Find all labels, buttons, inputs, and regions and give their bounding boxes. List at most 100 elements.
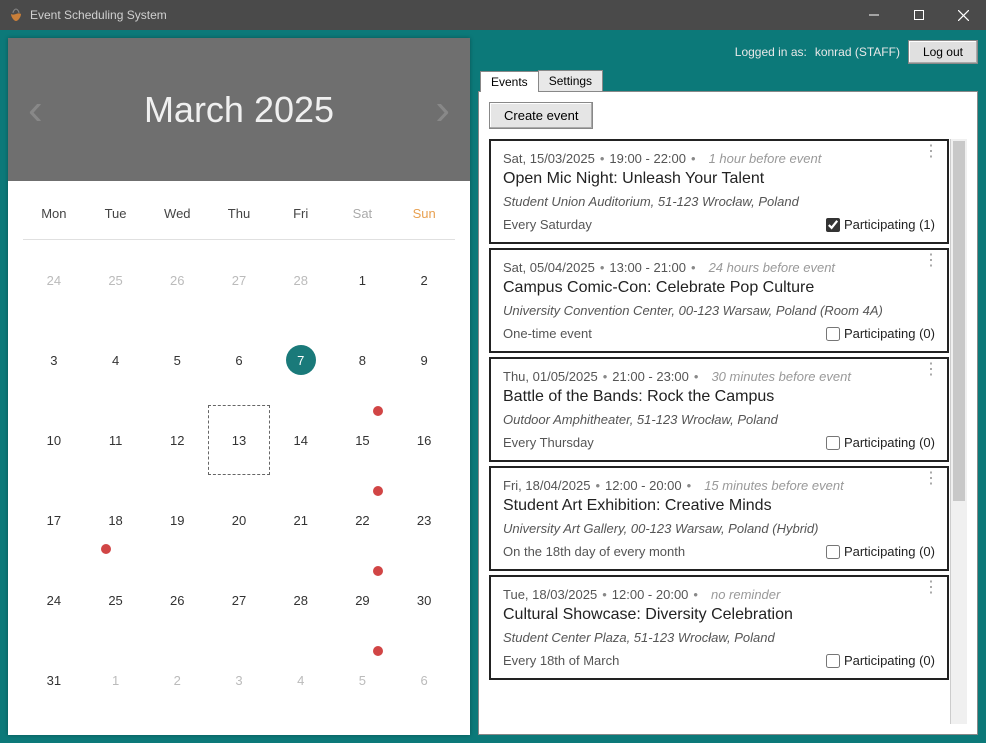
calendar-day[interactable]: 1 — [332, 240, 394, 320]
participating-toggle[interactable]: Participating (0) — [826, 326, 935, 341]
participating-label: Participating (0) — [844, 326, 935, 341]
event-menu-icon[interactable]: ⋮ — [923, 367, 939, 373]
calendar-day[interactable]: 2 — [393, 240, 455, 320]
event-date: Fri, 18/04/2025 — [503, 478, 590, 493]
calendar-day[interactable]: 27 — [208, 560, 270, 640]
tab-settings[interactable]: Settings — [538, 70, 603, 91]
calendar-title: March 2025 — [144, 89, 334, 131]
calendar-day[interactable]: 5 — [146, 320, 208, 400]
calendar-day[interactable]: 10 — [23, 400, 85, 480]
calendar-day[interactable]: 3 — [208, 640, 270, 720]
calendar-day[interactable]: 16 — [393, 400, 455, 480]
calendar-day[interactable]: 20 — [208, 480, 270, 560]
calendar-day[interactable]: 1 — [85, 640, 147, 720]
event-card[interactable]: ⋮ Thu, 01/05/2025•21:00 - 23:00•30 minut… — [489, 357, 949, 462]
calendar-day[interactable]: 17 — [23, 480, 85, 560]
calendar-day[interactable]: 28 — [270, 240, 332, 320]
event-menu-icon[interactable]: ⋮ — [923, 585, 939, 591]
calendar-day[interactable]: 24 — [23, 240, 85, 320]
participating-toggle[interactable]: Participating (1) — [826, 217, 935, 232]
calendar-day[interactable]: 8 — [332, 320, 394, 400]
event-menu-icon[interactable]: ⋮ — [923, 149, 939, 155]
calendar-day[interactable]: 23 — [393, 480, 455, 560]
event-menu-icon[interactable]: ⋮ — [923, 258, 939, 264]
calendar-panel: ‹ March 2025 › MonTueWedThuFriSatSun 242… — [8, 38, 470, 735]
calendar-day[interactable]: 2 — [146, 640, 208, 720]
prev-month-button[interactable]: ‹ — [28, 85, 43, 135]
calendar-day[interactable]: 31 — [23, 640, 85, 720]
titlebar: Event Scheduling System — [0, 0, 986, 30]
tab-events[interactable]: Events — [480, 71, 539, 92]
logged-in-label: Logged in as: — [735, 45, 807, 59]
event-date: Sat, 05/04/2025 — [503, 260, 595, 275]
calendar-day[interactable]: 5 — [332, 640, 394, 720]
event-meta: Tue, 18/03/2025•12:00 - 20:00•no reminde… — [503, 587, 935, 602]
dow-label: Tue — [85, 206, 147, 221]
calendar-day[interactable]: 9 — [393, 320, 455, 400]
participating-checkbox[interactable] — [826, 436, 840, 450]
event-meta: Sat, 05/04/2025•13:00 - 21:00•24 hours b… — [503, 260, 935, 275]
next-month-button[interactable]: › — [435, 85, 450, 135]
participating-label: Participating (0) — [844, 653, 935, 668]
participating-checkbox[interactable] — [826, 654, 840, 668]
calendar-day[interactable]: 13 — [208, 405, 270, 475]
calendar-day[interactable]: 4 — [270, 640, 332, 720]
event-card[interactable]: ⋮ Tue, 18/03/2025•12:00 - 20:00•no remin… — [489, 575, 949, 680]
participating-toggle[interactable]: Participating (0) — [826, 653, 935, 668]
event-time: 13:00 - 21:00 — [609, 260, 686, 275]
calendar-day[interactable]: 4 — [85, 320, 147, 400]
dow-label: Sun — [393, 206, 455, 221]
calendar-day[interactable]: 6 — [208, 320, 270, 400]
calendar-day[interactable]: 27 — [208, 240, 270, 320]
participating-checkbox[interactable] — [826, 327, 840, 341]
event-title: Battle of the Bands: Rock the Campus — [503, 388, 935, 406]
participating-label: Participating (1) — [844, 217, 935, 232]
calendar-day[interactable]: 6 — [393, 640, 455, 720]
calendar-day[interactable]: 21 — [270, 480, 332, 560]
event-time: 19:00 - 22:00 — [609, 151, 686, 166]
event-location: Outdoor Amphitheater, 51-123 Wrocław, Po… — [503, 412, 935, 427]
event-menu-icon[interactable]: ⋮ — [923, 476, 939, 482]
calendar-day[interactable]: 12 — [146, 400, 208, 480]
event-location: Student Center Plaza, 51-123 Wrocław, Po… — [503, 630, 935, 645]
top-bar: Logged in as: konrad (STAFF) Log out — [478, 38, 978, 70]
event-title: Open Mic Night: Unleash Your Talent — [503, 170, 935, 188]
event-dot-icon — [373, 646, 383, 656]
scrollbar[interactable] — [950, 139, 967, 724]
calendar-day[interactable]: 14 — [270, 400, 332, 480]
calendar-day[interactable]: 25 — [85, 240, 147, 320]
event-location: University Convention Center, 00-123 War… — [503, 303, 935, 318]
calendar-day[interactable]: 19 — [146, 480, 208, 560]
calendar-day[interactable]: 26 — [146, 560, 208, 640]
event-reminder: 1 hour before event — [709, 151, 822, 166]
calendar-day[interactable]: 25 — [85, 560, 147, 640]
minimize-button[interactable] — [851, 0, 896, 30]
calendar-day[interactable]: 22 — [332, 480, 394, 560]
close-button[interactable] — [941, 0, 986, 30]
calendar-day[interactable]: 18 — [85, 480, 147, 560]
calendar-day[interactable]: 15 — [332, 400, 394, 480]
calendar-day[interactable]: 7 — [270, 320, 332, 400]
calendar-day[interactable]: 24 — [23, 560, 85, 640]
calendar-day[interactable]: 28 — [270, 560, 332, 640]
event-dot-icon — [373, 406, 383, 416]
participating-toggle[interactable]: Participating (0) — [826, 544, 935, 559]
calendar-day[interactable]: 26 — [146, 240, 208, 320]
event-meta: Thu, 01/05/2025•21:00 - 23:00•30 minutes… — [503, 369, 935, 384]
calendar-dow-row: MonTueWedThuFriSatSun — [23, 206, 455, 240]
event-card[interactable]: ⋮ Sat, 15/03/2025•19:00 - 22:00•1 hour b… — [489, 139, 949, 244]
participating-checkbox[interactable] — [826, 218, 840, 232]
calendar-day[interactable]: 11 — [85, 400, 147, 480]
participating-checkbox[interactable] — [826, 545, 840, 559]
maximize-button[interactable] — [896, 0, 941, 30]
event-date: Sat, 15/03/2025 — [503, 151, 595, 166]
calendar-day[interactable]: 29 — [332, 560, 394, 640]
create-event-button[interactable]: Create event — [489, 102, 593, 129]
calendar-day[interactable]: 3 — [23, 320, 85, 400]
participating-label: Participating (0) — [844, 544, 935, 559]
event-card[interactable]: ⋮ Sat, 05/04/2025•13:00 - 21:00•24 hours… — [489, 248, 949, 353]
calendar-day[interactable]: 30 — [393, 560, 455, 640]
event-card[interactable]: ⋮ Fri, 18/04/2025•12:00 - 20:00•15 minut… — [489, 466, 949, 571]
participating-toggle[interactable]: Participating (0) — [826, 435, 935, 450]
logout-button[interactable]: Log out — [908, 40, 978, 64]
